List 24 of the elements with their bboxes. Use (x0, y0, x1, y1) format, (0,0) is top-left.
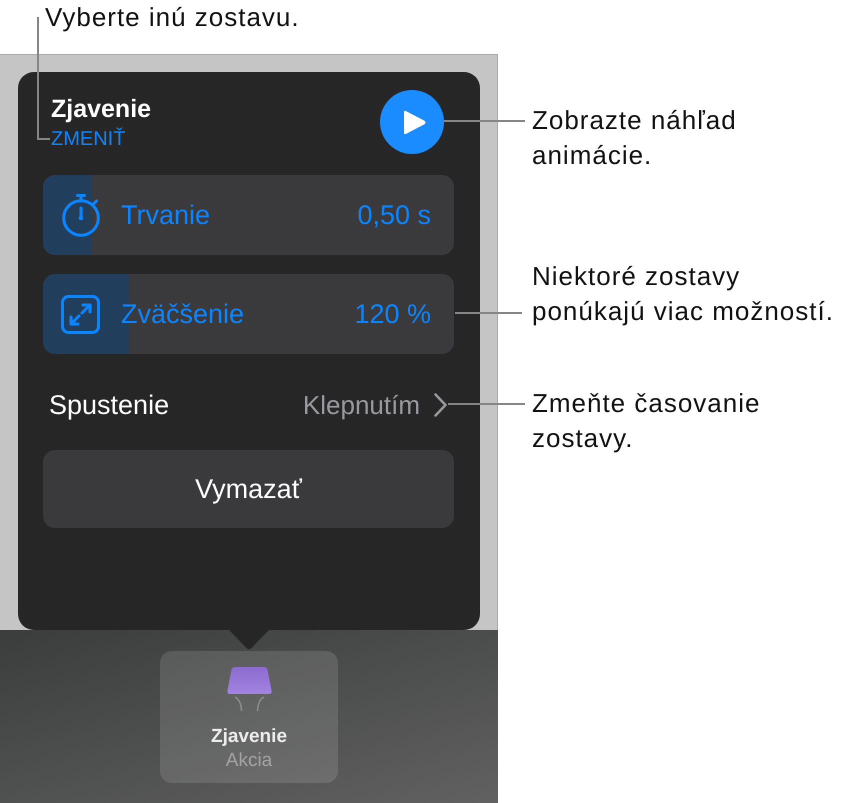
animation-name: Zjavenie (51, 94, 152, 124)
start-value[interactable]: Klepnutím (302, 389, 420, 421)
change-link[interactable]: ZMENIŤ (51, 126, 126, 150)
animation-tile[interactable]: Zjavenie Akcia (160, 651, 338, 783)
slider-track[interactable]: Trvanie 0,50 s (43, 175, 454, 255)
trapezoid-icon (226, 667, 272, 711)
slider-label: Zväčšenie (121, 298, 244, 330)
play-icon (404, 110, 426, 134)
stopwatch-icon (61, 193, 102, 237)
slider-value: 0,50 s (357, 199, 431, 231)
leader-line (455, 312, 522, 314)
slider-label: Trvanie (121, 199, 210, 231)
callout-text: Zmeňte časovanie zostavy. (532, 387, 762, 455)
slider-value: 120 % (354, 298, 431, 330)
expand-icon (61, 294, 100, 334)
delete-button[interactable]: Vymazať (43, 450, 454, 528)
slider-track[interactable]: Zväčšenie 120 % (43, 274, 454, 354)
tile-subtitle: Akcia (226, 749, 272, 773)
tile-title: Zjavenie (210, 725, 288, 749)
callout-text: Zobrazte náhľad animácie. (532, 104, 738, 172)
callout-text: Niektoré zostavy ponúkajú viac možností. (532, 260, 835, 328)
chevron-icon[interactable] (434, 393, 447, 417)
callout-text: Vyberte inú zostavu. (45, 1, 301, 34)
start-label: Spustenie (49, 389, 170, 421)
